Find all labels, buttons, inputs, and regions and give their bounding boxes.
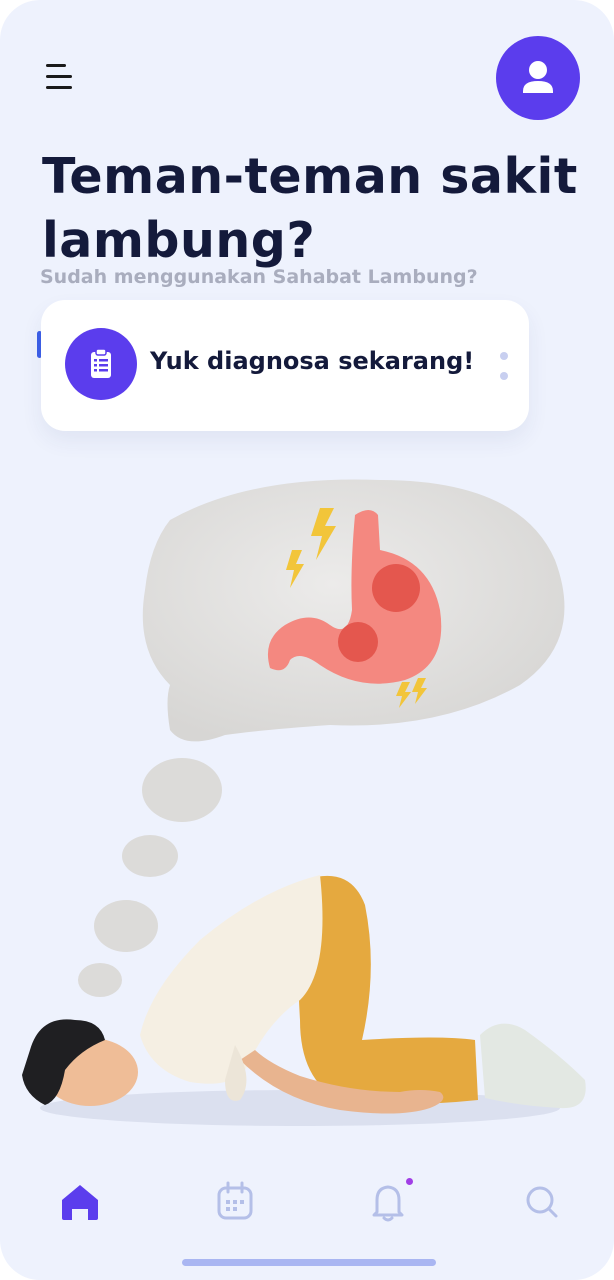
nav-search[interactable] bbox=[514, 1174, 570, 1230]
app-screen: Teman-teman sakit lambung? Sudah menggun… bbox=[0, 0, 614, 1280]
home-indicator[interactable] bbox=[182, 1259, 436, 1266]
menu-button[interactable] bbox=[38, 55, 82, 99]
notification-dot bbox=[406, 1178, 413, 1185]
page-subtitle: Sudah menggunakan Sahabat Lambung? bbox=[40, 266, 478, 288]
thought-dot bbox=[78, 963, 122, 997]
clipboard-icon bbox=[91, 348, 111, 378]
more-vertical-icon[interactable] bbox=[493, 346, 515, 386]
person-shoes bbox=[480, 1023, 586, 1109]
menu-icon-line bbox=[46, 64, 66, 67]
person-legs bbox=[298, 875, 478, 1104]
menu-icon-line bbox=[46, 75, 72, 78]
nav-calendar[interactable] bbox=[207, 1174, 263, 1230]
thought-dot bbox=[122, 835, 178, 877]
thought-dot bbox=[142, 758, 222, 822]
search-icon bbox=[526, 1186, 558, 1218]
diagnose-label: Yuk diagnosa sekarang! bbox=[150, 347, 475, 375]
stomach-ache-illustration bbox=[22, 479, 586, 1126]
virus-icon bbox=[338, 622, 378, 662]
home-icon bbox=[62, 1185, 98, 1220]
page-title: Teman-teman sakit lambung? bbox=[42, 148, 578, 269]
diagnose-card[interactable]: Yuk diagnosa sekarang! bbox=[41, 300, 529, 431]
more-dot bbox=[500, 352, 508, 360]
nav-home[interactable] bbox=[52, 1174, 108, 1230]
menu-icon-line bbox=[46, 86, 72, 89]
profile-button[interactable] bbox=[496, 36, 580, 120]
diagnose-icon-badge bbox=[65, 328, 137, 400]
virus-icon bbox=[372, 564, 420, 612]
person-torso bbox=[140, 875, 323, 1084]
more-dot bbox=[500, 372, 508, 380]
thought-dot bbox=[94, 900, 158, 952]
user-icon bbox=[523, 61, 553, 93]
calendar-icon bbox=[217, 1181, 253, 1220]
